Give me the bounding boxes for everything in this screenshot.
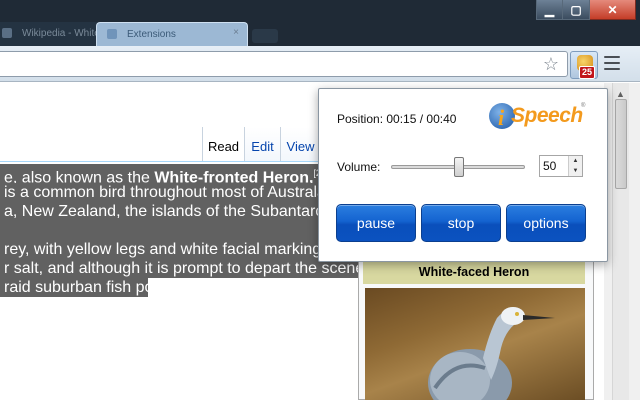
address-bar[interactable]: ☆ bbox=[0, 51, 568, 77]
extension-badge: 25 bbox=[579, 66, 596, 79]
tab-label: Extensions bbox=[127, 29, 176, 40]
volume-label: Volume: bbox=[337, 160, 381, 174]
tab-view[interactable]: View bbox=[280, 127, 320, 161]
article-line: a, New Zealand, the islands of the Suban… bbox=[0, 202, 360, 221]
scroll-up-arrow-icon[interactable]: ▲ bbox=[616, 89, 625, 99]
ispeech-logo: i Speech ® bbox=[489, 101, 589, 133]
article-line: raid suburban fish ponds. bbox=[0, 278, 148, 297]
puzzle-favicon-icon bbox=[107, 29, 117, 39]
tab-extensions[interactable]: Extensions × bbox=[96, 22, 248, 46]
heron-photo[interactable] bbox=[365, 288, 585, 400]
tab-close-icon[interactable]: × bbox=[233, 27, 239, 38]
browser-toolbar: ☆ 25 bbox=[0, 46, 640, 82]
tabs-divider bbox=[0, 161, 360, 162]
minimize-button[interactable]: ▁ bbox=[536, 0, 563, 20]
close-window-button[interactable]: ✕ bbox=[590, 0, 636, 20]
article-line: rey, with yellow legs and white facial m… bbox=[0, 240, 360, 259]
volume-stepper[interactable]: 50 ▲ ▼ bbox=[539, 155, 583, 177]
window-controls: ▁ ▢ ✕ bbox=[536, 0, 636, 22]
stepper-up-icon[interactable]: ▲ bbox=[569, 156, 582, 166]
stop-button[interactable]: stop bbox=[421, 204, 501, 242]
new-tab-button[interactable] bbox=[252, 29, 278, 43]
ispeech-extension-button[interactable]: 25 bbox=[570, 51, 598, 79]
tab-edit[interactable]: Edit bbox=[244, 127, 280, 161]
volume-value[interactable]: 50 bbox=[543, 159, 556, 173]
article-line: r salt, and although it is prompt to dep… bbox=[0, 259, 360, 278]
wikipedia-favicon-icon bbox=[2, 28, 12, 38]
tab-label: Wikipedia - White-faced Heron bbox=[22, 28, 102, 39]
article-line: e, also known as the White-fronted Heron… bbox=[0, 164, 360, 183]
article-line bbox=[0, 221, 360, 240]
maximize-button[interactable]: ▢ bbox=[563, 0, 590, 20]
options-button[interactable]: options bbox=[506, 204, 586, 242]
pause-button[interactable]: pause bbox=[336, 204, 416, 242]
ispeech-popup: Position: 00:15 / 00:40 i Speech ® Volum… bbox=[318, 88, 608, 262]
tab-wikipedia[interactable]: Wikipedia - White-faced Heron bbox=[0, 22, 102, 46]
vertical-scrollbar[interactable]: ▲ bbox=[612, 83, 629, 400]
scrollbar-thumb[interactable] bbox=[615, 99, 627, 189]
chrome-menu-icon[interactable] bbox=[604, 56, 620, 72]
infobox-title: White-faced Heron bbox=[363, 260, 585, 284]
volume-slider-thumb[interactable] bbox=[454, 157, 464, 177]
stepper-down-icon[interactable]: ▼ bbox=[569, 166, 582, 176]
tab-read[interactable]: Read bbox=[202, 127, 244, 161]
volume-slider[interactable] bbox=[391, 156, 525, 178]
position-readout: Position: 00:15 / 00:40 bbox=[337, 112, 457, 126]
infobox: White-faced Heron bbox=[358, 251, 594, 400]
bookmark-star-icon[interactable]: ☆ bbox=[543, 54, 559, 74]
article-line: is a common bird throughout most of Aust… bbox=[0, 183, 360, 202]
window-titlebar: Wikipedia - White-faced Heron Extensions… bbox=[0, 0, 640, 48]
